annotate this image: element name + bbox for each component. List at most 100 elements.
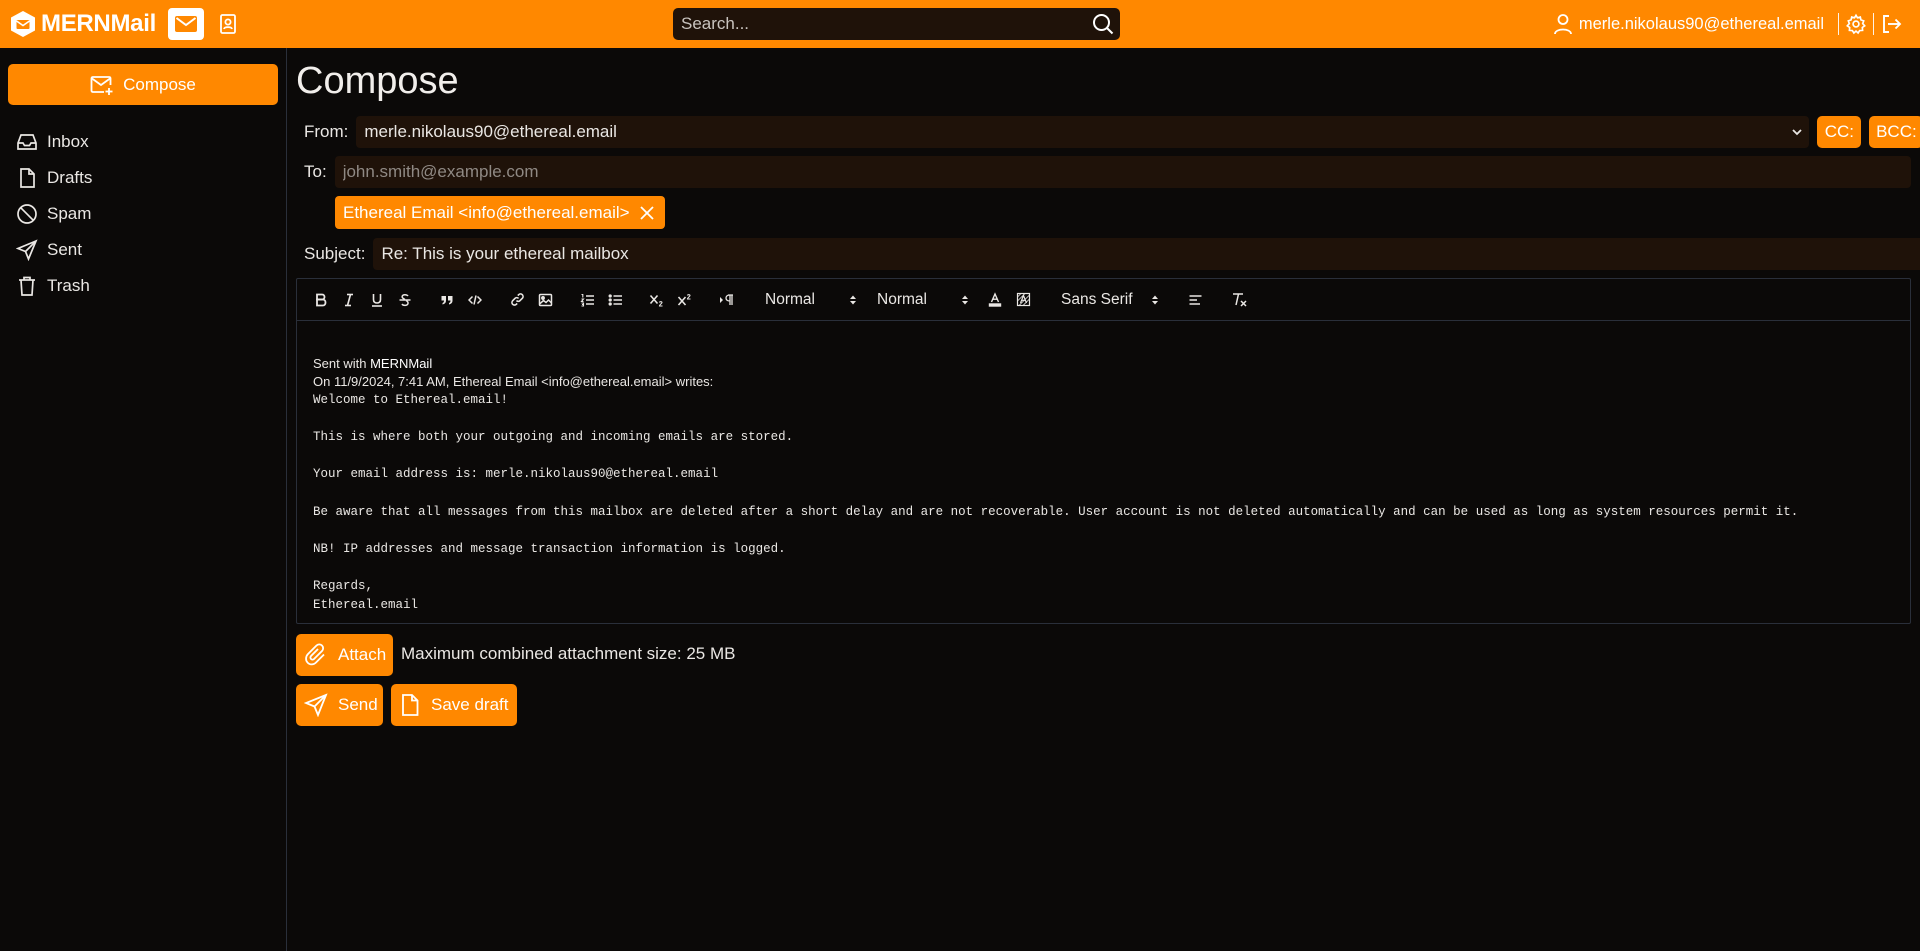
search-input[interactable] [673,8,1092,40]
to-label: To: [304,162,327,181]
superscript-icon[interactable] [671,288,699,312]
app-name: MERNMail [41,10,156,37]
align-left-icon[interactable] [1181,288,1209,312]
quote-intro: On 11/9/2024, 7:41 AM, Ethereal Email <i… [313,374,714,389]
contacts-nav-button[interactable] [210,8,246,40]
attachment-size-note: Maximum combined attachment size: 25 MB [401,644,736,663]
inbox-icon [16,131,47,153]
file-icon [399,693,431,717]
blockquote-icon[interactable] [433,288,461,312]
compose-label: Compose [123,74,196,94]
italic-icon[interactable] [335,288,363,312]
bcc-button[interactable]: BCC: [1869,116,1920,148]
sidebar-item-label: Trash [47,276,90,295]
image-icon[interactable] [531,288,559,312]
text-color-icon[interactable] [981,288,1009,312]
chevron-updown-icon [1151,294,1159,306]
sidebar-item-label: Sent [47,240,82,259]
editor-toolbar: Normal Normal Sans Serif [297,279,1910,321]
quoted-line: Welcome to Ethereal.email! [313,393,509,407]
subject-row: Subject: [304,238,1920,270]
subscript-icon[interactable] [643,288,671,312]
sidebar: Compose Inbox Drafts Spam Sent Trash [0,48,287,951]
sidebar-item-label: Drafts [47,168,93,187]
divider [1838,13,1839,35]
send-icon [304,693,338,717]
from-row: From: merle.nikolaus90@ethereal.email CC… [304,116,1920,148]
sidebar-item-label: Spam [47,204,92,223]
signature-line: Sent with MERNMail [313,355,1894,373]
logout-icon[interactable] [1880,13,1902,35]
header-select-value: Normal [765,290,815,308]
from-select[interactable]: merle.nikolaus90@ethereal.email [356,116,1810,148]
contacts-icon [218,13,238,35]
subject-label: Subject: [304,244,366,263]
chevron-down-icon [1791,126,1803,138]
mail-icon [174,14,198,34]
search-bar [673,8,1120,40]
send-button[interactable]: Send [296,684,383,726]
quoted-line: Regards, [313,578,374,593]
to-input[interactable] [334,156,1911,188]
size-select[interactable]: Normal [867,288,975,312]
chevron-updown-icon [849,294,857,306]
save-draft-button[interactable]: Save draft [391,684,517,726]
ordered-list-icon[interactable] [573,288,601,312]
to-row: To: [304,156,1911,188]
gear-icon[interactable] [1845,13,1867,35]
compose-button[interactable]: Compose [8,64,278,105]
sidebar-item-inbox[interactable]: Inbox [16,124,92,160]
editor-content[interactable]: Sent with MERNMail On 11/9/2024, 7:41 AM… [297,321,1910,614]
send-icon [16,239,47,261]
sidebar-item-trash[interactable]: Trash [16,268,92,304]
attach-label: Attach [338,645,387,664]
code-block-icon[interactable] [461,288,489,312]
compose-mail-icon [90,74,123,96]
background-color-icon[interactable] [1009,288,1037,312]
sidebar-item-sent[interactable]: Sent [16,232,92,268]
quoted-line: Be aware that all messages from this mai… [313,504,1799,519]
page-title: Compose [296,60,459,102]
user-area: merle.nikolaus90@ethereal.email [1553,0,1920,48]
quoted-line: Your email address is: merle.nikolaus90@… [313,467,719,482]
clear-formatting-icon[interactable] [1225,288,1253,312]
header-select[interactable]: Normal [755,288,863,312]
chevron-updown-icon [961,294,969,306]
from-label: From: [304,122,349,141]
quoted-line: NB! IP addresses and message transaction… [313,541,786,556]
cc-button[interactable]: CC: [1817,116,1862,148]
compose-panel: Compose From: merle.nikolaus90@ethereal.… [288,48,1920,951]
signature-app-link[interactable]: MERNMail [370,356,432,371]
user-icon [1553,13,1573,35]
from-value: merle.nikolaus90@ethereal.email [364,122,617,141]
mernmail-logo-icon [10,10,36,38]
sidebar-item-drafts[interactable]: Drafts [16,160,92,196]
sidebar-item-spam[interactable]: Spam [16,196,92,232]
signature-prefix: Sent with [313,356,371,371]
underline-icon[interactable] [363,288,391,312]
sidebar-item-label: Inbox [47,132,89,151]
ban-icon [16,203,47,225]
size-select-value: Normal [877,290,927,308]
close-icon[interactable] [630,205,655,221]
send-label: Send [338,695,378,714]
file-icon [16,167,47,189]
mail-nav-button[interactable] [167,8,204,40]
font-select[interactable]: Sans Serif [1051,288,1165,312]
subject-input[interactable] [373,238,1920,270]
rich-text-editor: Normal Normal Sans Serif Sent with MERNM… [296,278,1911,624]
recipient-chip: Ethereal Email <info@ethereal.email> [335,196,665,229]
paperclip-icon [304,643,338,667]
folder-list: Inbox Drafts Spam Sent Trash [16,124,92,304]
app-logo[interactable]: MERNMail [10,0,156,48]
user-email[interactable]: merle.nikolaus90@ethereal.email [1579,15,1824,34]
bullet-list-icon[interactable] [601,288,629,312]
attach-button[interactable]: Attach [296,634,393,676]
search-icon[interactable] [1092,13,1114,35]
bold-icon[interactable] [307,288,335,312]
strikethrough-icon[interactable] [391,288,419,312]
text-direction-icon[interactable] [713,288,741,312]
trash-icon [16,275,47,297]
quoted-line: This is where both your outgoing and inc… [313,430,794,445]
link-icon[interactable] [503,288,531,312]
